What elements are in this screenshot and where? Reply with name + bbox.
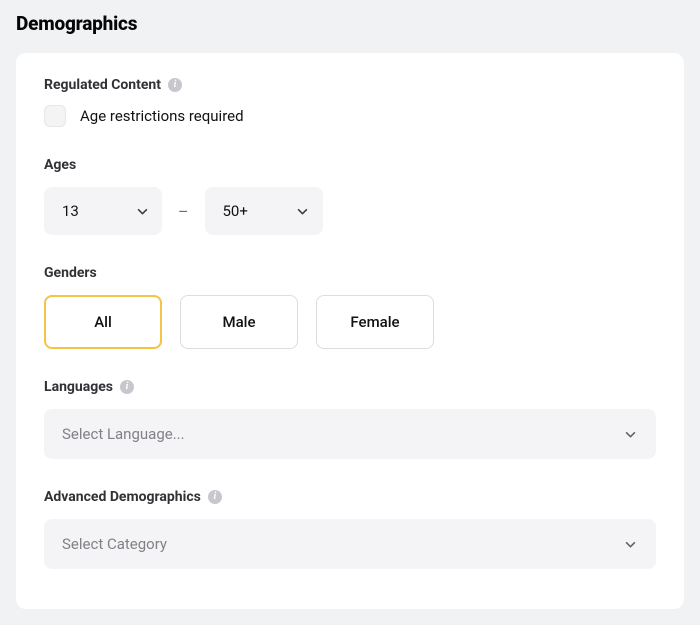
gender-option-all[interactable]: All [44,295,162,349]
languages-label: Languages [44,379,113,395]
chevron-down-icon [624,428,636,440]
info-icon[interactable]: i [208,490,222,504]
ages-label: Ages [44,157,76,173]
chevron-down-icon [624,538,636,550]
advanced-demographics-label: Advanced Demographics [44,489,201,505]
chevron-down-icon [297,205,309,217]
genders-section: Genders All Male Female [44,265,656,349]
age-restrictions-row: Age restrictions required [44,105,656,127]
info-icon[interactable]: i [168,78,182,92]
genders-label: Genders [44,265,97,281]
demographics-card: Regulated Content i Age restrictions req… [16,53,684,609]
chevron-down-icon [136,205,148,217]
age-max-select[interactable]: 50+ [205,187,323,235]
languages-placeholder: Select Language... [62,425,185,443]
ages-label-row: Ages [44,157,656,173]
ages-row: 13 – 50+ [44,187,656,235]
age-separator: – [176,202,191,221]
genders-row: All Male Female [44,295,656,349]
page-title: Demographics [16,12,684,35]
advanced-demographics-label-row: Advanced Demographics i [44,489,656,505]
regulated-content-label: Regulated Content [44,77,161,93]
info-icon[interactable]: i [120,380,134,394]
ages-section: Ages 13 – 50+ [44,157,656,235]
age-min-value: 13 [62,202,79,220]
age-restrictions-checkbox[interactable] [44,105,66,127]
regulated-content-label-row: Regulated Content i [44,77,656,93]
languages-select[interactable]: Select Language... [44,409,656,459]
genders-label-row: Genders [44,265,656,281]
age-restrictions-label: Age restrictions required [80,107,244,125]
regulated-content-section: Regulated Content i Age restrictions req… [44,77,656,127]
gender-option-male[interactable]: Male [180,295,298,349]
languages-section: Languages i Select Language... [44,379,656,459]
advanced-demographics-section: Advanced Demographics i Select Category [44,489,656,569]
age-min-select[interactable]: 13 [44,187,162,235]
languages-label-row: Languages i [44,379,656,395]
advanced-demographics-placeholder: Select Category [62,535,167,553]
advanced-demographics-select[interactable]: Select Category [44,519,656,569]
gender-option-female[interactable]: Female [316,295,434,349]
age-max-value: 50+ [223,202,248,220]
